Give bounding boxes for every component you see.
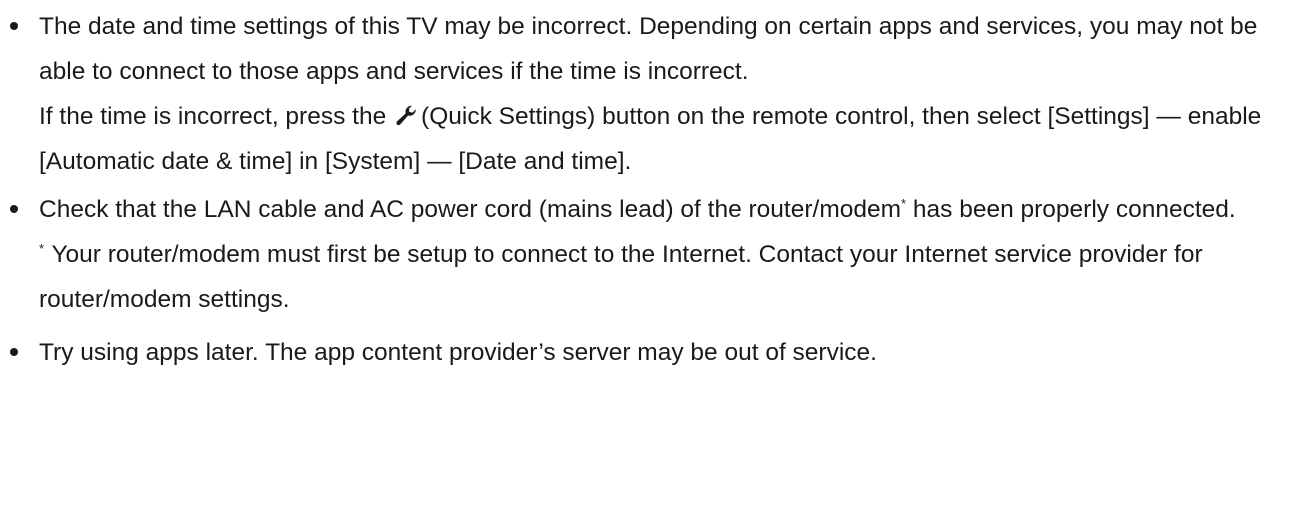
footnote-text: Your router/modem must first be setup to… [39, 241, 1203, 313]
bullet-dot [10, 205, 18, 213]
footnote-marker: * [901, 196, 907, 211]
list-item-date-time: The date and time settings of this TV ma… [0, 4, 1299, 184]
bullet-dot [10, 22, 18, 30]
quick-settings-instruction: If the time is incorrect, press the (Qui… [39, 94, 1299, 184]
try-later-text: Try using apps later. The app content pr… [39, 339, 877, 366]
wrench-icon [396, 105, 416, 126]
footnote-marker: * [39, 241, 45, 256]
list-item-cable-check: Check that the LAN cable and AC power co… [0, 187, 1299, 322]
cable-check-after: has been properly connected. [912, 196, 1236, 223]
cable-check-text: Check that the LAN cable and AC power co… [39, 187, 1299, 232]
troubleshooting-list: The date and time settings of this TV ma… [0, 4, 1299, 375]
instruction-before: If the time is incorrect, press the [39, 103, 387, 130]
date-time-warning: The date and time settings of this TV ma… [39, 13, 1258, 85]
bullet-dot [10, 348, 18, 356]
cable-check-before: Check that the LAN cable and AC power co… [39, 196, 902, 223]
quick-settings-label: (Quick Settings) [421, 103, 596, 130]
footnote: * Your router/modem must first be setup … [39, 232, 1299, 322]
list-item-try-later: Try using apps later. The app content pr… [0, 330, 1299, 375]
